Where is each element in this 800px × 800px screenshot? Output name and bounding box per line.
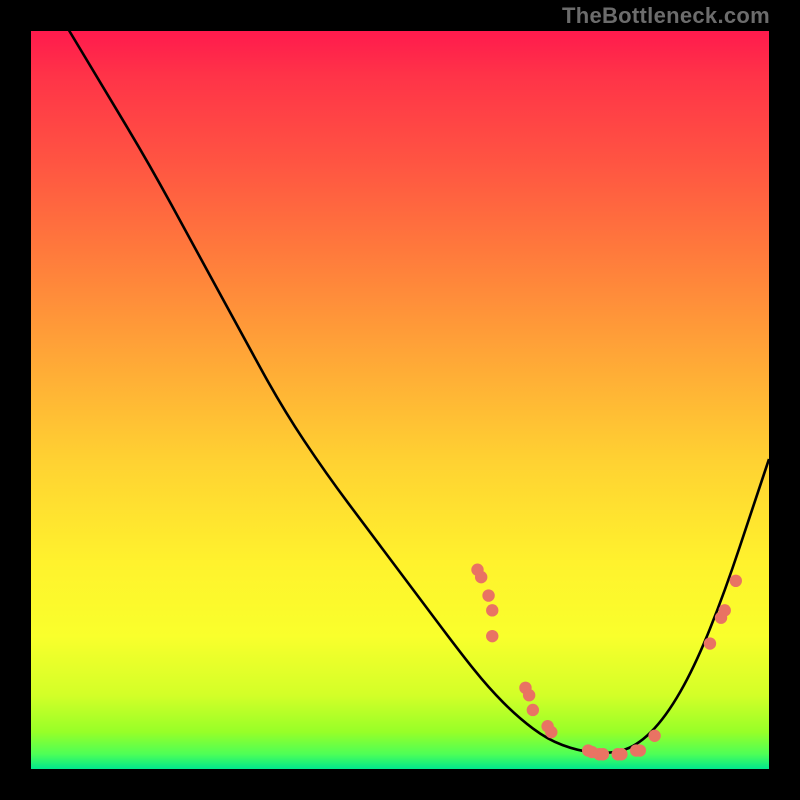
data-marker [615,748,627,760]
data-marker [527,704,539,716]
data-marker [597,748,609,760]
data-marker [648,730,660,742]
data-marker [634,744,646,756]
data-marker [704,637,716,649]
data-marker [719,604,731,616]
data-marker [486,604,498,616]
data-marker [730,575,742,587]
data-marker [475,571,487,583]
data-marker [545,726,557,738]
data-marker [523,689,535,701]
data-marker [486,630,498,642]
marker-group [471,564,742,761]
data-marker [482,589,494,601]
watermark-text: TheBottleneck.com [562,3,770,29]
outer-frame: TheBottleneck.com [0,0,800,800]
chart-overlay [31,31,769,769]
bottleneck-curve [61,16,769,753]
